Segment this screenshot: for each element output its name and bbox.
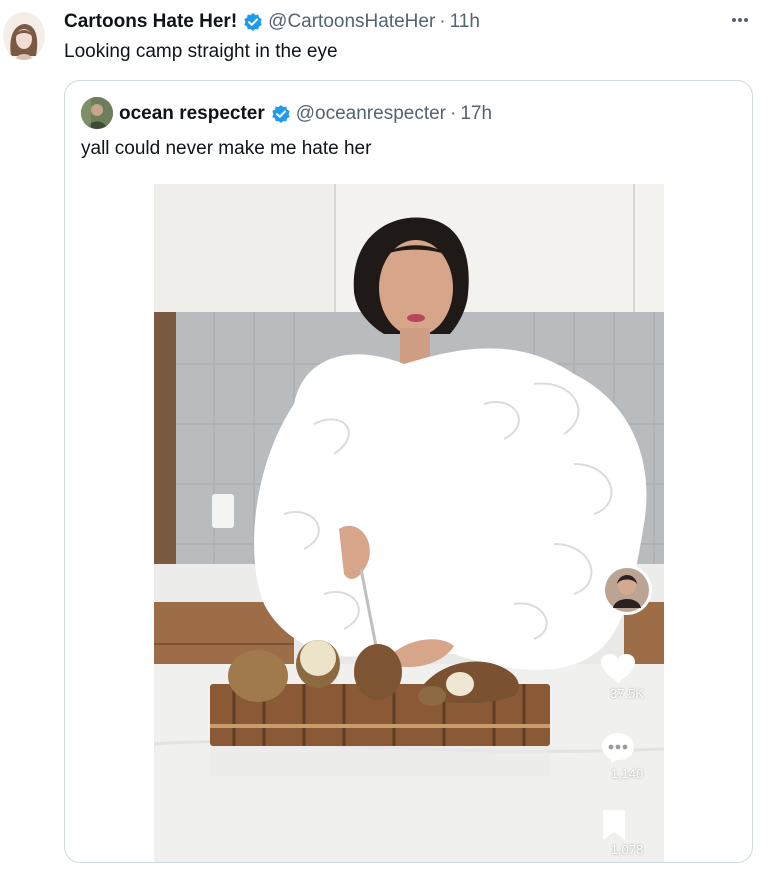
verified-badge-icon: [271, 104, 291, 124]
quoted-author-handle[interactable]: @oceanrespecter: [296, 103, 446, 125]
tweet-timestamp[interactable]: 11h: [450, 11, 480, 33]
author-handle[interactable]: @CartoonsHateHer: [268, 11, 435, 33]
like-button[interactable]: 37.5K: [601, 654, 653, 701]
save-button[interactable]: 1,078: [601, 810, 653, 857]
comment-bubble-icon: [602, 733, 634, 764]
creator-avatar[interactable]: [601, 564, 653, 616]
comment-button[interactable]: 1,140: [601, 732, 653, 781]
heart-icon: [601, 654, 635, 683]
video-media[interactable]: 37.5K 1,140 1,078: [154, 184, 664, 862]
quoted-tweet-text: yall could never make me hate her: [81, 138, 372, 159]
quoted-author-avatar[interactable]: [81, 97, 113, 129]
author-display-name[interactable]: Cartoons Hate Her!: [64, 11, 237, 33]
like-count: 37.5K: [610, 686, 644, 701]
tweet-header: Cartoons Hate Her! @CartoonsHateHer · 11…: [64, 10, 480, 34]
save-count: 1,078: [610, 842, 644, 857]
author-avatar[interactable]: [3, 12, 45, 60]
quoted-tweet-header: ocean respecter @oceanrespecter · 17h: [119, 101, 492, 127]
video-frame-illustration: [154, 184, 664, 862]
quoted-tweet-card[interactable]: ocean respecter @oceanrespecter · 17h ya…: [64, 80, 753, 863]
more-options-icon[interactable]: [726, 8, 754, 32]
separator-dot: ·: [450, 103, 457, 124]
tweet-text: Looking camp straight in the eye: [64, 41, 338, 62]
quoted-author-display-name[interactable]: ocean respecter: [119, 103, 265, 125]
quoted-tweet-timestamp[interactable]: 17h: [460, 103, 492, 125]
verified-badge-icon: [243, 12, 263, 32]
comment-count: 1,140: [610, 766, 644, 781]
separator-dot: ·: [439, 11, 446, 32]
bookmark-icon: [603, 810, 625, 840]
